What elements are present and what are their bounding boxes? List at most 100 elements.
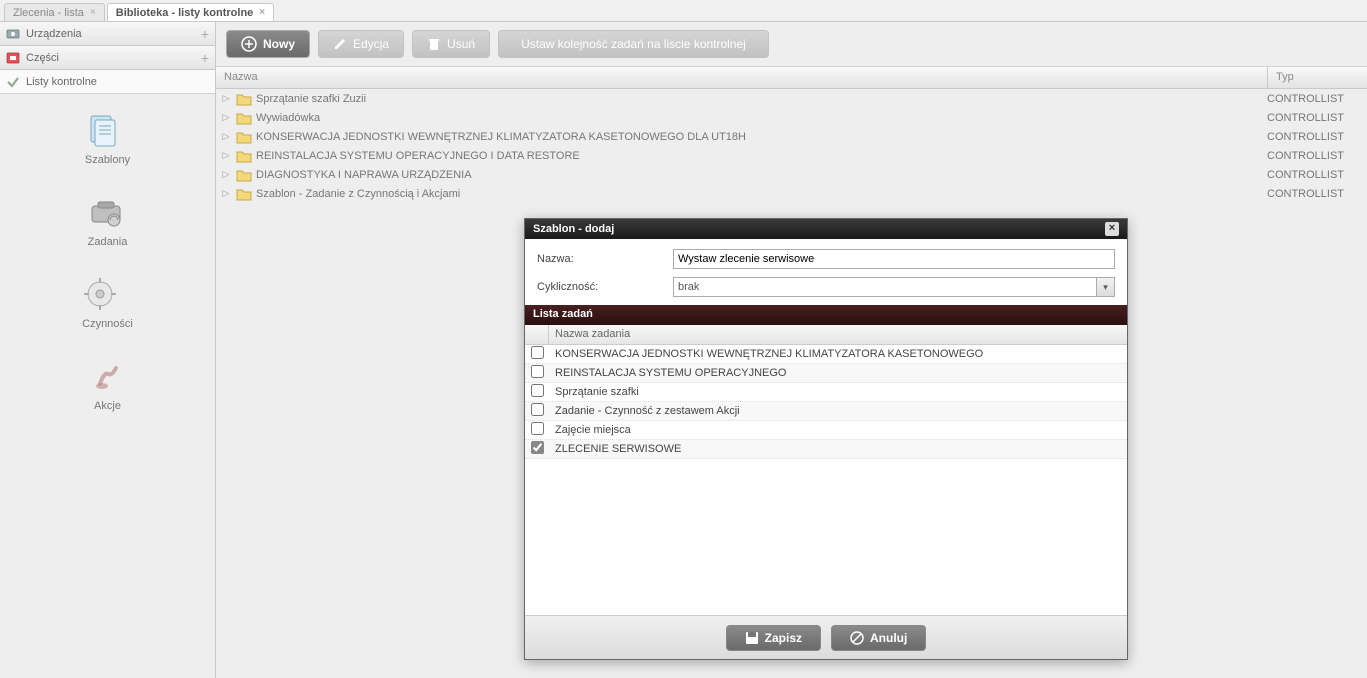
expander-icon[interactable]: ▷: [220, 93, 232, 104]
tab-label: Zlecenia - lista: [13, 7, 84, 19]
name-input[interactable]: [673, 249, 1115, 269]
sidebar-item-actions[interactable]: Akcje: [90, 358, 126, 412]
button-label: Edycja: [353, 37, 389, 51]
task-name: Zajęcie miejsca: [549, 424, 1127, 436]
devices-icon: [6, 27, 20, 41]
save-icon: [745, 631, 759, 645]
table-row[interactable]: ▷ Wywiadówka CONTROLLIST: [216, 108, 1367, 127]
folder-icon: [236, 187, 252, 201]
tasks-section-header: Lista zadań: [525, 305, 1127, 325]
rows: ▷ Sprzątanie szafki Zuzii CONTROLLIST ▷ …: [216, 89, 1367, 203]
tab-zlecenia[interactable]: Zlecenia - lista ×: [4, 3, 105, 21]
dialog-titlebar[interactable]: Szablon - dodaj ×: [525, 219, 1127, 239]
top-tabs: Zlecenia - lista × Biblioteka - listy ko…: [0, 0, 1367, 22]
column-header: Nazwa Typ: [216, 67, 1367, 89]
task-checkbox[interactable]: [531, 365, 544, 378]
table-row[interactable]: ▷ DIAGNOSTYKA I NAPRAWA URZĄDZENIA CONTR…: [216, 165, 1367, 184]
trash-icon: [427, 37, 441, 51]
expander-icon[interactable]: ▷: [220, 188, 232, 199]
delete-button[interactable]: Usuń: [412, 30, 490, 58]
table-row[interactable]: ▷ REINSTALACJA SYSTEMU OPERACYJNEGO I DA…: [216, 146, 1367, 165]
row-type: CONTROLLIST: [1267, 150, 1367, 162]
task-checkbox[interactable]: [531, 422, 544, 435]
table-row[interactable]: ▷ Sprzątanie szafki Zuzii CONTROLLIST: [216, 89, 1367, 108]
sidebar-section-lists[interactable]: Listy kontrolne: [0, 70, 215, 94]
task-checkbox[interactable]: [531, 384, 544, 397]
col-name[interactable]: Nazwa: [216, 67, 1267, 88]
task-checkbox[interactable]: [531, 403, 544, 416]
row-type: CONTROLLIST: [1267, 188, 1367, 200]
add-icon[interactable]: +: [201, 50, 209, 66]
row-type: CONTROLLIST: [1267, 112, 1367, 124]
templates-icon: [85, 112, 121, 148]
button-label: Ustaw kolejność zadań na liscie kontroln…: [521, 37, 746, 51]
sidebar-item-label: Listy kontrolne: [26, 76, 97, 88]
row-type: CONTROLLIST: [1267, 93, 1367, 105]
sidebar-item-label: Urządzenia: [26, 28, 82, 40]
activities-icon: [82, 276, 118, 312]
close-icon[interactable]: ×: [90, 7, 96, 18]
row-name: Szablon - Zadanie z Czynnością i Akcjami: [256, 188, 1267, 200]
sidebar-item-templates[interactable]: Szablony: [85, 112, 130, 166]
plus-circle-icon: [241, 36, 257, 52]
task-column-header: Nazwa zadania: [525, 325, 1127, 345]
task-row[interactable]: Sprzątanie szafki: [525, 383, 1127, 402]
chevron-down-icon[interactable]: ▾: [1096, 278, 1114, 296]
button-label: Nowy: [263, 37, 295, 51]
new-button[interactable]: Nowy: [226, 30, 310, 58]
edit-button[interactable]: Edycja: [318, 30, 404, 58]
side-item-label: Zadania: [88, 236, 128, 248]
folder-icon: [236, 130, 252, 144]
sidebar-section-devices[interactable]: Urządzenia +: [0, 22, 215, 46]
cycle-label: Cykliczność:: [537, 281, 673, 293]
save-button[interactable]: Zapisz: [726, 625, 821, 651]
order-button[interactable]: Ustaw kolejność zadań na liscie kontroln…: [498, 30, 769, 58]
row-type: CONTROLLIST: [1267, 169, 1367, 181]
row-name: KONSERWACJA JEDNOSTKI WEWNĘTRZNEJ KLIMAT…: [256, 131, 1267, 143]
cycle-value: brak: [678, 281, 699, 293]
task-col-name: Nazwa zadania: [549, 325, 1127, 344]
toolbar: Nowy Edycja Usuń Ustaw kolejność zadań n…: [216, 22, 1367, 67]
side-item-label: Czynności: [82, 318, 133, 330]
close-icon[interactable]: ×: [259, 7, 265, 18]
sidebar-item-activities[interactable]: Czynności: [82, 276, 133, 330]
task-row[interactable]: Zadanie - Czynność z zestawem Akcji: [525, 402, 1127, 421]
close-icon[interactable]: ×: [1105, 222, 1119, 236]
cycle-select[interactable]: brak ▾: [673, 277, 1115, 297]
cancel-icon: [850, 631, 864, 645]
col-type[interactable]: Typ: [1267, 67, 1367, 88]
folder-icon: [236, 92, 252, 106]
row-name: Wywiadówka: [256, 112, 1267, 124]
sidebar: Urządzenia + Części + Listy kontrolne Sz…: [0, 22, 216, 678]
task-row[interactable]: Zajęcie miejsca: [525, 421, 1127, 440]
expander-icon[interactable]: ▷: [220, 131, 232, 142]
add-icon[interactable]: +: [201, 26, 209, 42]
table-row[interactable]: ▷ Szablon - Zadanie z Czynnością i Akcja…: [216, 184, 1367, 203]
task-name: KONSERWACJA JEDNOSTKI WEWNĘTRZNEJ KLIMAT…: [549, 348, 1127, 360]
row-name: DIAGNOSTYKA I NAPRAWA URZĄDZENIA: [256, 169, 1267, 181]
side-item-label: Akcje: [94, 400, 121, 412]
sidebar-item-tasks[interactable]: Zadania: [88, 194, 128, 248]
task-checkbox[interactable]: [531, 441, 544, 454]
expander-icon[interactable]: ▷: [220, 112, 232, 123]
cancel-button[interactable]: Anuluj: [831, 625, 926, 651]
task-row[interactable]: KONSERWACJA JEDNOSTKI WEWNĘTRZNEJ KLIMAT…: [525, 345, 1127, 364]
task-row[interactable]: REINSTALACJA SYSTEMU OPERACYJNEGO: [525, 364, 1127, 383]
expander-icon[interactable]: ▷: [220, 150, 232, 161]
actions-icon: [90, 358, 126, 394]
task-checkbox[interactable]: [531, 346, 544, 359]
task-name: ZLECENIE SERWISOWE: [549, 443, 1127, 455]
tab-biblioteka[interactable]: Biblioteka - listy kontrolne ×: [107, 3, 274, 21]
row-name: Sprzątanie szafki Zuzii: [256, 93, 1267, 105]
expander-icon[interactable]: ▷: [220, 169, 232, 180]
folder-icon: [236, 168, 252, 182]
name-label: Nazwa:: [537, 253, 673, 265]
task-row[interactable]: ZLECENIE SERWISOWE: [525, 440, 1127, 459]
folder-icon: [236, 149, 252, 163]
dialog-template-add: Szablon - dodaj × Nazwa: Cykliczność: br…: [524, 218, 1128, 660]
sidebar-section-parts[interactable]: Części +: [0, 46, 215, 70]
folder-icon: [236, 111, 252, 125]
task-name: Zadanie - Czynność z zestawem Akcji: [549, 405, 1127, 417]
check-icon: [6, 75, 20, 89]
table-row[interactable]: ▷ KONSERWACJA JEDNOSTKI WEWNĘTRZNEJ KLIM…: [216, 127, 1367, 146]
